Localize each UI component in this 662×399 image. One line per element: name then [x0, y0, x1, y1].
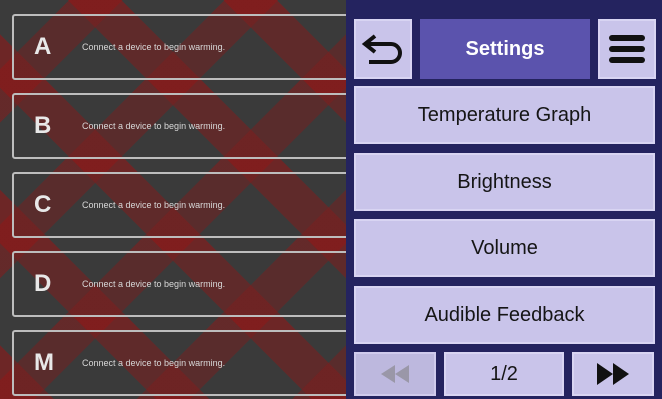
device-letter: B [34, 112, 52, 139]
hamburger-menu-icon [609, 35, 645, 63]
page-indicator: 1/2 [444, 352, 564, 396]
page-title: Settings [420, 19, 590, 79]
previous-page-button[interactable] [354, 352, 436, 396]
settings-title: Settings [465, 37, 545, 60]
device-slot-c[interactable]: C Connect a device to begin warming. [12, 172, 346, 238]
volume-button[interactable]: Volume [354, 219, 655, 277]
fast-forward-icon [597, 363, 629, 385]
rewind-icon [381, 365, 409, 383]
settings-panel: Settings Temperature Graph Brightness Vo… [346, 0, 662, 399]
device-slot-b[interactable]: B Connect a device to begin warming. [12, 93, 346, 159]
menu-item-label: Temperature Graph [417, 103, 592, 126]
back-button[interactable] [354, 19, 412, 79]
menu-item-label: Audible Feedback [424, 303, 585, 326]
audible-feedback-button[interactable]: Audible Feedback [354, 286, 655, 344]
device-status-message: Connect a device to begin warming. [82, 200, 226, 210]
device-slot-a[interactable]: A Connect a device to begin warming. [12, 14, 346, 80]
device-list-panel: A Connect a device to begin warming. B C… [0, 0, 346, 399]
device-slot-d[interactable]: D Connect a device to begin warming. [12, 251, 346, 317]
temperature-graph-button[interactable]: Temperature Graph [354, 86, 655, 144]
undo-arrow-icon [361, 34, 402, 64]
page-indicator-label: 1/2 [490, 362, 518, 385]
device-status-message: Connect a device to begin warming. [82, 121, 226, 131]
device-status-message: Connect a device to begin warming. [82, 42, 226, 52]
device-letter: D [34, 270, 52, 297]
device-status-message: Connect a device to begin warming. [82, 279, 226, 289]
menu-item-label: Brightness [457, 170, 552, 193]
device-letter: A [34, 33, 52, 60]
device-slot-m[interactable]: M Connect a device to begin warming. [12, 330, 346, 396]
device-letter: M [34, 349, 54, 376]
menu-button[interactable] [598, 19, 656, 79]
next-page-button[interactable] [572, 352, 654, 396]
device-status-message: Connect a device to begin warming. [82, 358, 226, 368]
menu-item-label: Volume [471, 236, 538, 259]
brightness-button[interactable]: Brightness [354, 153, 655, 211]
device-letter: C [34, 191, 52, 218]
